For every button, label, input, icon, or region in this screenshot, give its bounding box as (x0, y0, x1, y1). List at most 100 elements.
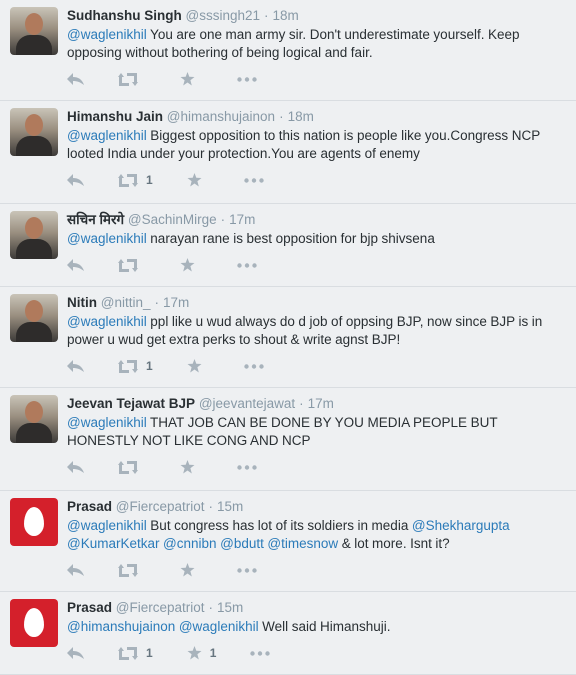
separator-dot: · (208, 499, 214, 514)
retweet-icon (118, 72, 138, 86)
mention-link[interactable]: @KumarKetkar (67, 536, 159, 551)
avatar-face (25, 114, 43, 136)
reply-button[interactable] (67, 564, 84, 576)
tweet-timestamp[interactable]: 17m (229, 212, 255, 227)
retweet-button[interactable]: 1 (118, 359, 153, 373)
tweet[interactable]: Prasad @Fiercepatriot · 15m @himanshujainon… (0, 592, 576, 675)
favorite-button[interactable] (180, 563, 203, 577)
mention-link[interactable]: @Shekhargupta (412, 518, 510, 533)
user-name[interactable]: Sudhanshu Singh (67, 8, 182, 23)
user-handle[interactable]: @nittin_ (101, 295, 151, 310)
avatar[interactable] (10, 7, 58, 55)
user-handle[interactable]: @himanshujainon (167, 109, 275, 124)
user-handle[interactable]: @sssingh21 (186, 8, 261, 23)
more-icon (237, 262, 257, 268)
reply-button[interactable] (67, 360, 84, 372)
avatar-face (25, 13, 43, 35)
favorite-button[interactable] (180, 258, 203, 272)
mention-link[interactable]: @waglenikhil (67, 314, 147, 329)
tweet-header: Prasad @Fiercepatriot · 15m (67, 499, 566, 515)
user-handle[interactable]: @Fiercepatriot (116, 499, 205, 514)
tweet[interactable]: सचिन मिरगे @SachinMirge · 17m @waglenikhil … (0, 204, 576, 287)
retweet-button[interactable] (118, 460, 146, 474)
mention-link[interactable]: @waglenikhil (67, 518, 147, 533)
user-name[interactable]: Prasad (67, 600, 112, 615)
retweet-button[interactable] (118, 563, 146, 577)
avatar[interactable] (10, 211, 58, 259)
user-name[interactable]: Nitin (67, 295, 97, 310)
avatar-body (16, 322, 52, 342)
more-button[interactable] (243, 177, 264, 183)
tweet-timestamp[interactable]: 15m (217, 499, 243, 514)
avatar[interactable] (10, 599, 58, 647)
user-handle[interactable]: @Fiercepatriot (116, 600, 205, 615)
more-button[interactable] (237, 567, 257, 573)
tweet-header: Himanshu Jain @himanshujainon · 18m (67, 109, 566, 125)
more-button[interactable] (237, 262, 257, 268)
tweet-timestamp[interactable]: 18m (288, 109, 314, 124)
tweet-header: सचिन मिरगे @SachinMirge · 17m (67, 212, 566, 228)
tweet-timestamp[interactable]: 17m (163, 295, 189, 310)
tweet[interactable]: Nitin @nittin_ · 17m @waglenikhil ppl like … (0, 287, 576, 388)
retweet-button[interactable]: 1 (118, 173, 153, 187)
favorite-button[interactable] (187, 173, 210, 187)
reply-icon (67, 73, 84, 85)
user-name[interactable]: Prasad (67, 499, 112, 514)
user-handle[interactable]: @jeevantejawat (199, 396, 295, 411)
avatar-body (16, 239, 52, 259)
retweet-icon (118, 359, 138, 373)
avatar[interactable] (10, 395, 58, 443)
tweet-timestamp[interactable]: 15m (217, 600, 243, 615)
favorite-count: 1 (209, 646, 217, 660)
avatar[interactable] (10, 498, 58, 546)
user-name[interactable]: सचिन मिरगे (67, 212, 124, 227)
avatar[interactable] (10, 294, 58, 342)
reply-button[interactable] (67, 73, 84, 85)
mention-link[interactable]: @cnnibn (163, 536, 217, 551)
favorite-button[interactable] (180, 72, 203, 86)
tweet-timestamp[interactable]: 17m (308, 396, 334, 411)
mention-link[interactable]: @waglenikhil (67, 231, 147, 246)
user-name[interactable]: Himanshu Jain (67, 109, 163, 124)
favorite-button[interactable] (187, 359, 210, 373)
retweet-button[interactable]: 1 (118, 646, 153, 660)
reply-button[interactable] (67, 461, 84, 473)
star-icon (180, 563, 195, 577)
mention-link[interactable]: @waglenikhil (179, 619, 259, 634)
user-handle[interactable]: @SachinMirge (128, 212, 217, 227)
reply-button[interactable] (67, 259, 84, 271)
mention-link[interactable]: @himanshujainon (67, 619, 175, 634)
more-icon (237, 76, 257, 82)
tweet[interactable]: Jeevan Tejawat BJP @jeevantejawat · 17m @wa… (0, 388, 576, 491)
tweet-text-segment: & lot more. Isnt it? (338, 536, 450, 551)
retweet-icon (118, 460, 138, 474)
tweet-header: Jeevan Tejawat BJP @jeevantejawat · 17m (67, 396, 566, 412)
retweet-icon (118, 258, 138, 272)
tweet[interactable]: Himanshu Jain @himanshujainon · 18m @waglen… (0, 101, 576, 204)
mention-link[interactable]: @timesnow (267, 536, 338, 551)
avatar[interactable] (10, 108, 58, 156)
egg-avatar-icon (24, 507, 44, 536)
mention-link[interactable]: @waglenikhil (67, 128, 147, 143)
reply-button[interactable] (67, 647, 84, 659)
reply-button[interactable] (67, 174, 84, 186)
retweet-button[interactable] (118, 258, 146, 272)
tweet[interactable]: Prasad @Fiercepatriot · 15m @waglenikhil Bu… (0, 491, 576, 592)
tweet-actions (67, 452, 566, 482)
more-button[interactable] (250, 650, 271, 656)
user-name[interactable]: Jeevan Tejawat BJP (67, 396, 195, 411)
egg-avatar-icon (24, 608, 44, 637)
mention-link[interactable]: @waglenikhil (67, 27, 147, 42)
mention-link[interactable]: @waglenikhil (67, 415, 147, 430)
favorite-button[interactable]: 1 (187, 646, 217, 660)
tweet-timestamp[interactable]: 18m (273, 8, 299, 23)
retweet-count: 1 (146, 173, 153, 187)
more-button[interactable] (243, 363, 264, 369)
separator-dot: · (279, 109, 284, 124)
more-button[interactable] (237, 76, 257, 82)
tweet[interactable]: Sudhanshu Singh @sssingh21 · 18m @waglenikh… (0, 0, 576, 101)
retweet-button[interactable] (118, 72, 146, 86)
mention-link[interactable]: @bdutt (220, 536, 264, 551)
favorite-button[interactable] (180, 460, 203, 474)
more-button[interactable] (237, 464, 257, 470)
